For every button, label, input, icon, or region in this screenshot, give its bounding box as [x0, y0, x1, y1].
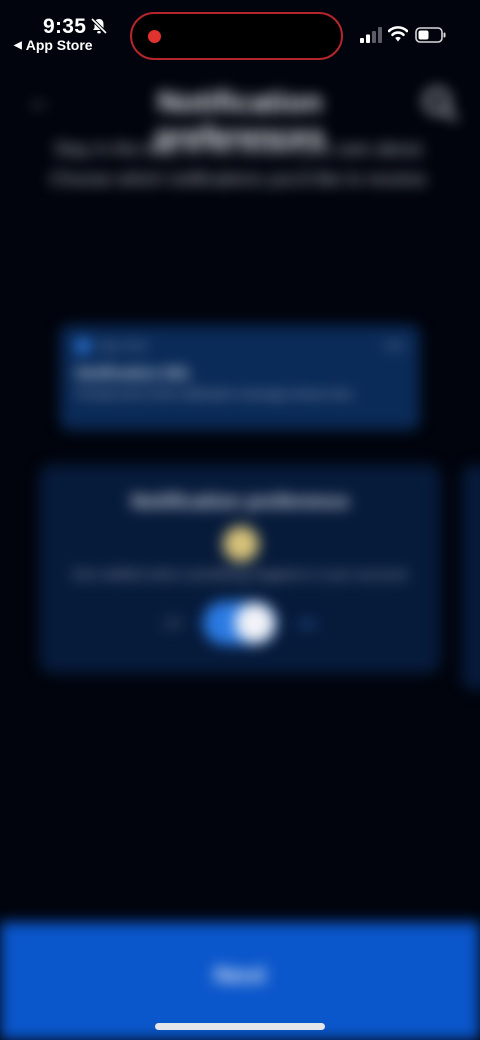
dynamic-island[interactable]	[130, 12, 343, 60]
emoji-icon	[223, 526, 259, 562]
app-icon	[76, 339, 90, 353]
preview-time: now	[383, 340, 404, 352]
back-arrow-icon[interactable]: ←	[28, 90, 52, 114]
subtitle-line-1: Stay in the loop on the content you care…	[53, 139, 427, 159]
cellular-signal-icon	[360, 27, 382, 43]
blurred-app-content: ← Notification preferences Stay in the l…	[0, 0, 480, 1040]
setting-description: Get notified when something happens in y…	[72, 566, 410, 582]
bell-off-icon	[90, 17, 108, 35]
preview-title: Notification title	[76, 365, 190, 382]
back-to-app-label: App Store	[25, 37, 93, 53]
status-time: 9:35	[43, 15, 87, 38]
preview-body: Preview text of the notification message…	[76, 387, 357, 401]
battery-icon	[415, 27, 447, 43]
screen: ← Notification preferences Stay in the l…	[0, 0, 480, 1040]
notification-preview-card: App name now Notification title Preview …	[60, 325, 420, 430]
home-indicator[interactable]	[155, 1023, 325, 1030]
next-button-label: Next	[213, 962, 267, 989]
toggle-row: Off On	[41, 601, 439, 645]
setting-card: Notification preference Get notified whe…	[40, 465, 440, 673]
subtitle-line-2: Choose which notifications you'd like to…	[49, 169, 431, 189]
toggle-off-label: Off	[163, 615, 181, 631]
notification-toggle[interactable]	[202, 601, 277, 645]
wifi-icon	[387, 25, 409, 43]
next-setting-card-peek[interactable]	[462, 465, 480, 690]
search-icon[interactable]	[420, 84, 460, 124]
status-bar: 9:35 ◀ App Store	[0, 0, 480, 60]
toggle-on-label: On	[298, 615, 317, 631]
setting-title: Notification preference	[131, 491, 349, 513]
back-triangle-icon: ◀	[14, 39, 22, 51]
page-subtitle: Stay in the loop on the content you care…	[20, 134, 460, 194]
toggle-knob	[234, 603, 275, 643]
recording-dot-icon	[148, 30, 161, 43]
preview-app-name: App name	[98, 340, 149, 352]
back-to-app-store[interactable]: ◀ App Store	[14, 37, 93, 53]
